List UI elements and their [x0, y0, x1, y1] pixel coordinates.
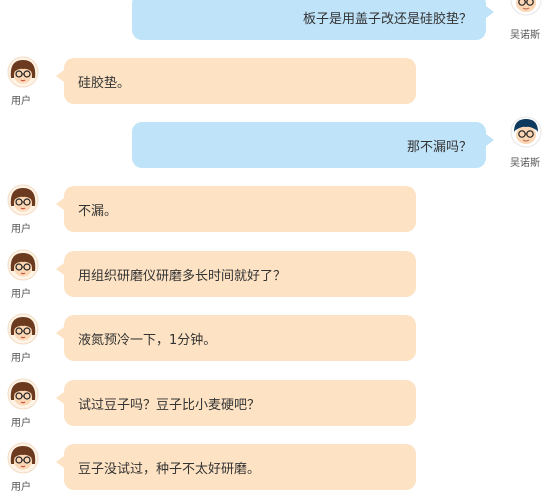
message-text: 不漏。 — [78, 203, 118, 219]
message-bubble: 硅胶垫。 — [56, 58, 416, 104]
message-text: 液氮预冷一下，1分钟。 — [78, 332, 217, 348]
sender-name: 吴诺斯 — [510, 158, 540, 169]
girl-avatar-icon[interactable] — [7, 442, 39, 474]
message-bubble: 用组织研磨仪研磨多长时间就好了？ — [56, 251, 416, 297]
chat-message: 试过豆子吗？豆子比小麦硬吧？ 用户 — [0, 378, 554, 430]
message-bubble: 不漏。 — [56, 186, 416, 232]
boy-avatar-icon[interactable] — [510, 0, 542, 16]
girl-avatar-icon[interactable] — [7, 313, 39, 345]
girl-avatar-icon[interactable] — [7, 56, 39, 88]
chat-message: 用组织研磨仪研磨多长时间就好了？ 用户 — [0, 249, 554, 301]
chat-message: 豆子没试过，种子不太好研磨。 用户 — [0, 442, 554, 494]
girl-avatar-icon[interactable] — [7, 184, 39, 216]
girl-avatar-icon[interactable] — [7, 249, 39, 281]
girl-avatar-icon[interactable] — [7, 378, 39, 410]
sender-name: 用户 — [11, 289, 31, 300]
message-text: 豆子没试过，种子不太好研磨。 — [78, 461, 261, 477]
chat-message: 不漏。 用户 — [0, 184, 554, 236]
message-bubble: 试过豆子吗？豆子比小麦硬吧？ — [56, 380, 416, 426]
message-bubble: 豆子没试过，种子不太好研磨。 — [56, 444, 416, 490]
message-text: 试过豆子吗？豆子比小麦硬吧？ — [78, 397, 261, 413]
message-text: 用组织研磨仪研磨多长时间就好了？ — [78, 268, 287, 284]
message-bubble: 液氮预冷一下，1分钟。 — [56, 315, 416, 361]
chat-message: 那不漏吗？ 吴诺斯 — [0, 116, 554, 172]
chat-message: 液氮预冷一下，1分钟。 用户 — [0, 313, 554, 365]
sender-name: 用户 — [11, 482, 31, 493]
message-text: 那不漏吗？ — [406, 139, 472, 155]
sender-name: 用户 — [11, 96, 31, 107]
chat-message: 硅胶垫。 用户 — [0, 56, 554, 108]
message-bubble: 那不漏吗？ — [132, 122, 494, 168]
message-text: 硅胶垫。 — [78, 75, 131, 91]
boy-avatar-icon[interactable] — [510, 116, 542, 148]
sender-name: 用户 — [11, 224, 31, 235]
sender-name: 吴诺斯 — [510, 30, 540, 41]
message-bubble: 板子是用盖子改还是硅胶垫？ — [132, 0, 494, 40]
chat-message: 板子是用盖子改还是硅胶垫？ 吴诺斯 — [0, 0, 554, 44]
sender-name: 用户 — [11, 353, 31, 364]
sender-name: 用户 — [11, 418, 31, 429]
message-text: 板子是用盖子改还是硅胶垫？ — [302, 11, 472, 27]
